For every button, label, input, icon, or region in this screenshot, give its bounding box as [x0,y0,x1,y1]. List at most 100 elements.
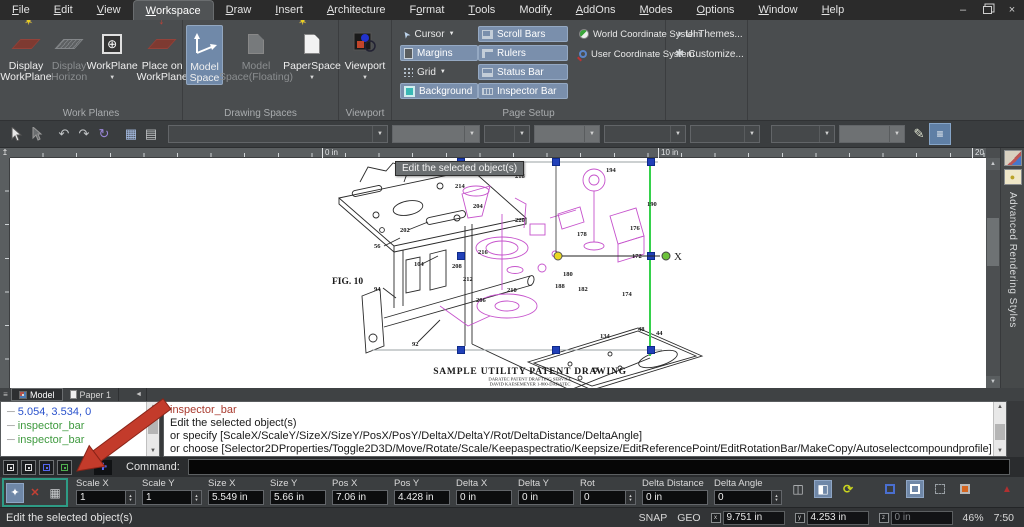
history-scrollbar[interactable]: ▲ ▼ [146,402,159,456]
toggle-2d3d-icon[interactable]: ◧ [814,480,832,498]
menu-options[interactable]: Options [685,0,747,20]
node-edit-tool-icon[interactable] [27,124,47,144]
place-on-workplane-button[interactable]: ↓ Place on WorkPlane [137,13,188,84]
y-coordinate-value[interactable]: 4.253 in [806,510,869,525]
spinner[interactable]: ▲ ▼ [126,490,136,505]
menu-draw[interactable]: Draw [214,0,264,20]
render-image-icon[interactable] [1003,150,1022,166]
render-lamp-icon[interactable]: ● [1003,169,1022,185]
vertical-ruler[interactable] [0,158,10,388]
scroll-down-icon[interactable]: ▼ [147,446,159,456]
pen-width-combo[interactable]: ▼ [484,125,530,143]
menu-tools[interactable]: Tools [456,0,507,20]
scroll-down-icon[interactable]: ▼ [994,446,1006,456]
field-input[interactable] [714,490,772,505]
selection-info-table-icon[interactable]: ▦ [121,124,141,144]
close-button[interactable]: × [1006,5,1018,16]
selection-table-button[interactable]: ▦ [46,483,64,503]
layer-manager-button[interactable]: ≡ [929,123,951,145]
field-input[interactable] [580,490,626,505]
spinner[interactable]: ▲ ▼ [626,490,636,505]
line-style-combo[interactable]: ▼ [604,125,686,143]
toggle-world-coordinate-system[interactable]: World Coordinate System [576,26,701,42]
menu-workspace[interactable]: Workspace [132,0,214,20]
color-combo[interactable]: ▼ [690,125,760,143]
scroll-up-icon[interactable]: ▲ [986,158,1000,170]
layers-stack-icon[interactable]: ▤ [141,124,161,144]
redo-icon[interactable]: ↷ [74,124,94,144]
geo-toggle[interactable]: GEO [677,512,700,524]
snap-mode-button-4[interactable] [57,459,72,475]
move-mode-icon[interactable] [881,480,899,498]
toggle-grid[interactable]: Grid ▼ [400,64,478,80]
field-input[interactable] [518,490,574,505]
snap-mode-button-3[interactable] [39,459,54,475]
toggle-inspector-bar[interactable]: Inspector Bar [478,83,568,99]
field-input[interactable] [642,490,708,505]
tab-model[interactable]: Model [11,388,63,401]
field-input[interactable] [76,490,126,505]
history-item[interactable]: ─ inspector_bar [7,433,145,447]
history-tree-panel[interactable]: ─ 5.054, 3.534, 0 ─ inspector_bar ─ inspector… [0,401,160,457]
menu-view[interactable]: View [85,0,133,20]
field-input[interactable] [270,490,326,505]
selection-center-handle[interactable] [553,251,563,261]
select-tool-icon[interactable] [7,124,27,144]
autoselect-wand-button[interactable]: ✦ [6,482,24,503]
toggle-user-coordinate-system[interactable]: User Coordinate System [576,46,694,62]
scrollbar-thumb[interactable] [987,218,999,266]
menu-file[interactable]: File [0,0,42,20]
toggle-background[interactable]: Background [400,83,478,99]
scale-mode-icon[interactable] [906,480,924,498]
scroll-up-icon[interactable]: ▲ [994,402,1006,412]
snap-toggle[interactable]: SNAP [639,512,668,524]
minimize-button[interactable]: – [957,5,969,16]
menu-edit[interactable]: Edit [42,0,85,20]
layer-combo[interactable]: ▼ [771,125,835,143]
display-workplane-button[interactable]: ✶ Display WorkPlane [0,17,51,84]
viewport-button[interactable]: Viewport ▼ [342,25,388,84]
tab-menu-icon[interactable]: ≡ [0,388,11,401]
drawing-canvas[interactable]: X 202 56 104 94 92 204 214 216 206 208 212 210 218 22… [10,158,986,388]
scale-combo[interactable]: ▼ [392,125,480,143]
history-item[interactable]: ─ inspector_bar [7,419,145,433]
menu-addons[interactable]: AddOns [564,0,628,20]
coordinate-z-field[interactable]: z 0 in [878,510,953,525]
field-input[interactable] [208,490,264,505]
menu-modes[interactable]: Modes [627,0,684,20]
menu-format[interactable]: Fo rmat [398,0,457,20]
coordinate-x-field[interactable]: x 9.751 in [710,510,785,525]
pattern-combo[interactable]: ▼ [534,125,600,143]
delete-button[interactable]: ✕ [26,483,44,503]
customize-button[interactable]: ✱ Customize... [672,46,747,62]
spinner[interactable]: ▲ ▼ [772,490,782,505]
z-coordinate-value[interactable]: 0 in [890,510,953,525]
restore-icon[interactable] [983,6,992,14]
snap-aperture-icon[interactable]: ✚ [94,459,112,475]
filter-combo[interactable]: ▼ [839,125,905,143]
paperspace-button[interactable]: ✶ PaperSpace ▼ [283,17,341,85]
toggle-cursor[interactable]: ➤ Cursor ▼ [400,26,478,42]
console-panel[interactable]: inspector_bar Edit the selected object(s… [163,401,1007,457]
field-input[interactable] [332,490,388,505]
toggle-rulers[interactable]: Rulers [478,45,568,61]
undo-icon[interactable]: ↶ [54,124,74,144]
properties-icon[interactable]: ◫ [789,480,807,498]
menu-modify[interactable]: Modif y [507,0,563,20]
toggle-status-bar[interactable]: Status Bar [478,64,568,80]
x-axis-handle[interactable] [661,251,671,261]
menu-window[interactable]: Window [746,0,809,20]
scrollbar-thumb[interactable] [995,424,1005,440]
model-space-floating-button[interactable]: Model Space(Floating) [219,25,293,85]
tab-scroll-left-icon[interactable]: ◄ [131,388,148,401]
keep-size-icon[interactable] [931,480,949,498]
menu-insert[interactable]: Insert [263,0,315,20]
style-combo[interactable]: ▼ [168,125,388,143]
snap-mode-button-1[interactable] [3,459,18,475]
toggle-margins[interactable]: Margins [400,45,478,61]
menu-help[interactable]: Help [810,0,857,20]
redo-loop-icon[interactable]: ↻ [94,124,114,144]
ruler-origin-icon[interactable]: ↥ [0,148,10,158]
tab-paper-1[interactable]: Paper 1 [63,388,120,401]
scrollbar-thumb[interactable] [148,414,158,434]
